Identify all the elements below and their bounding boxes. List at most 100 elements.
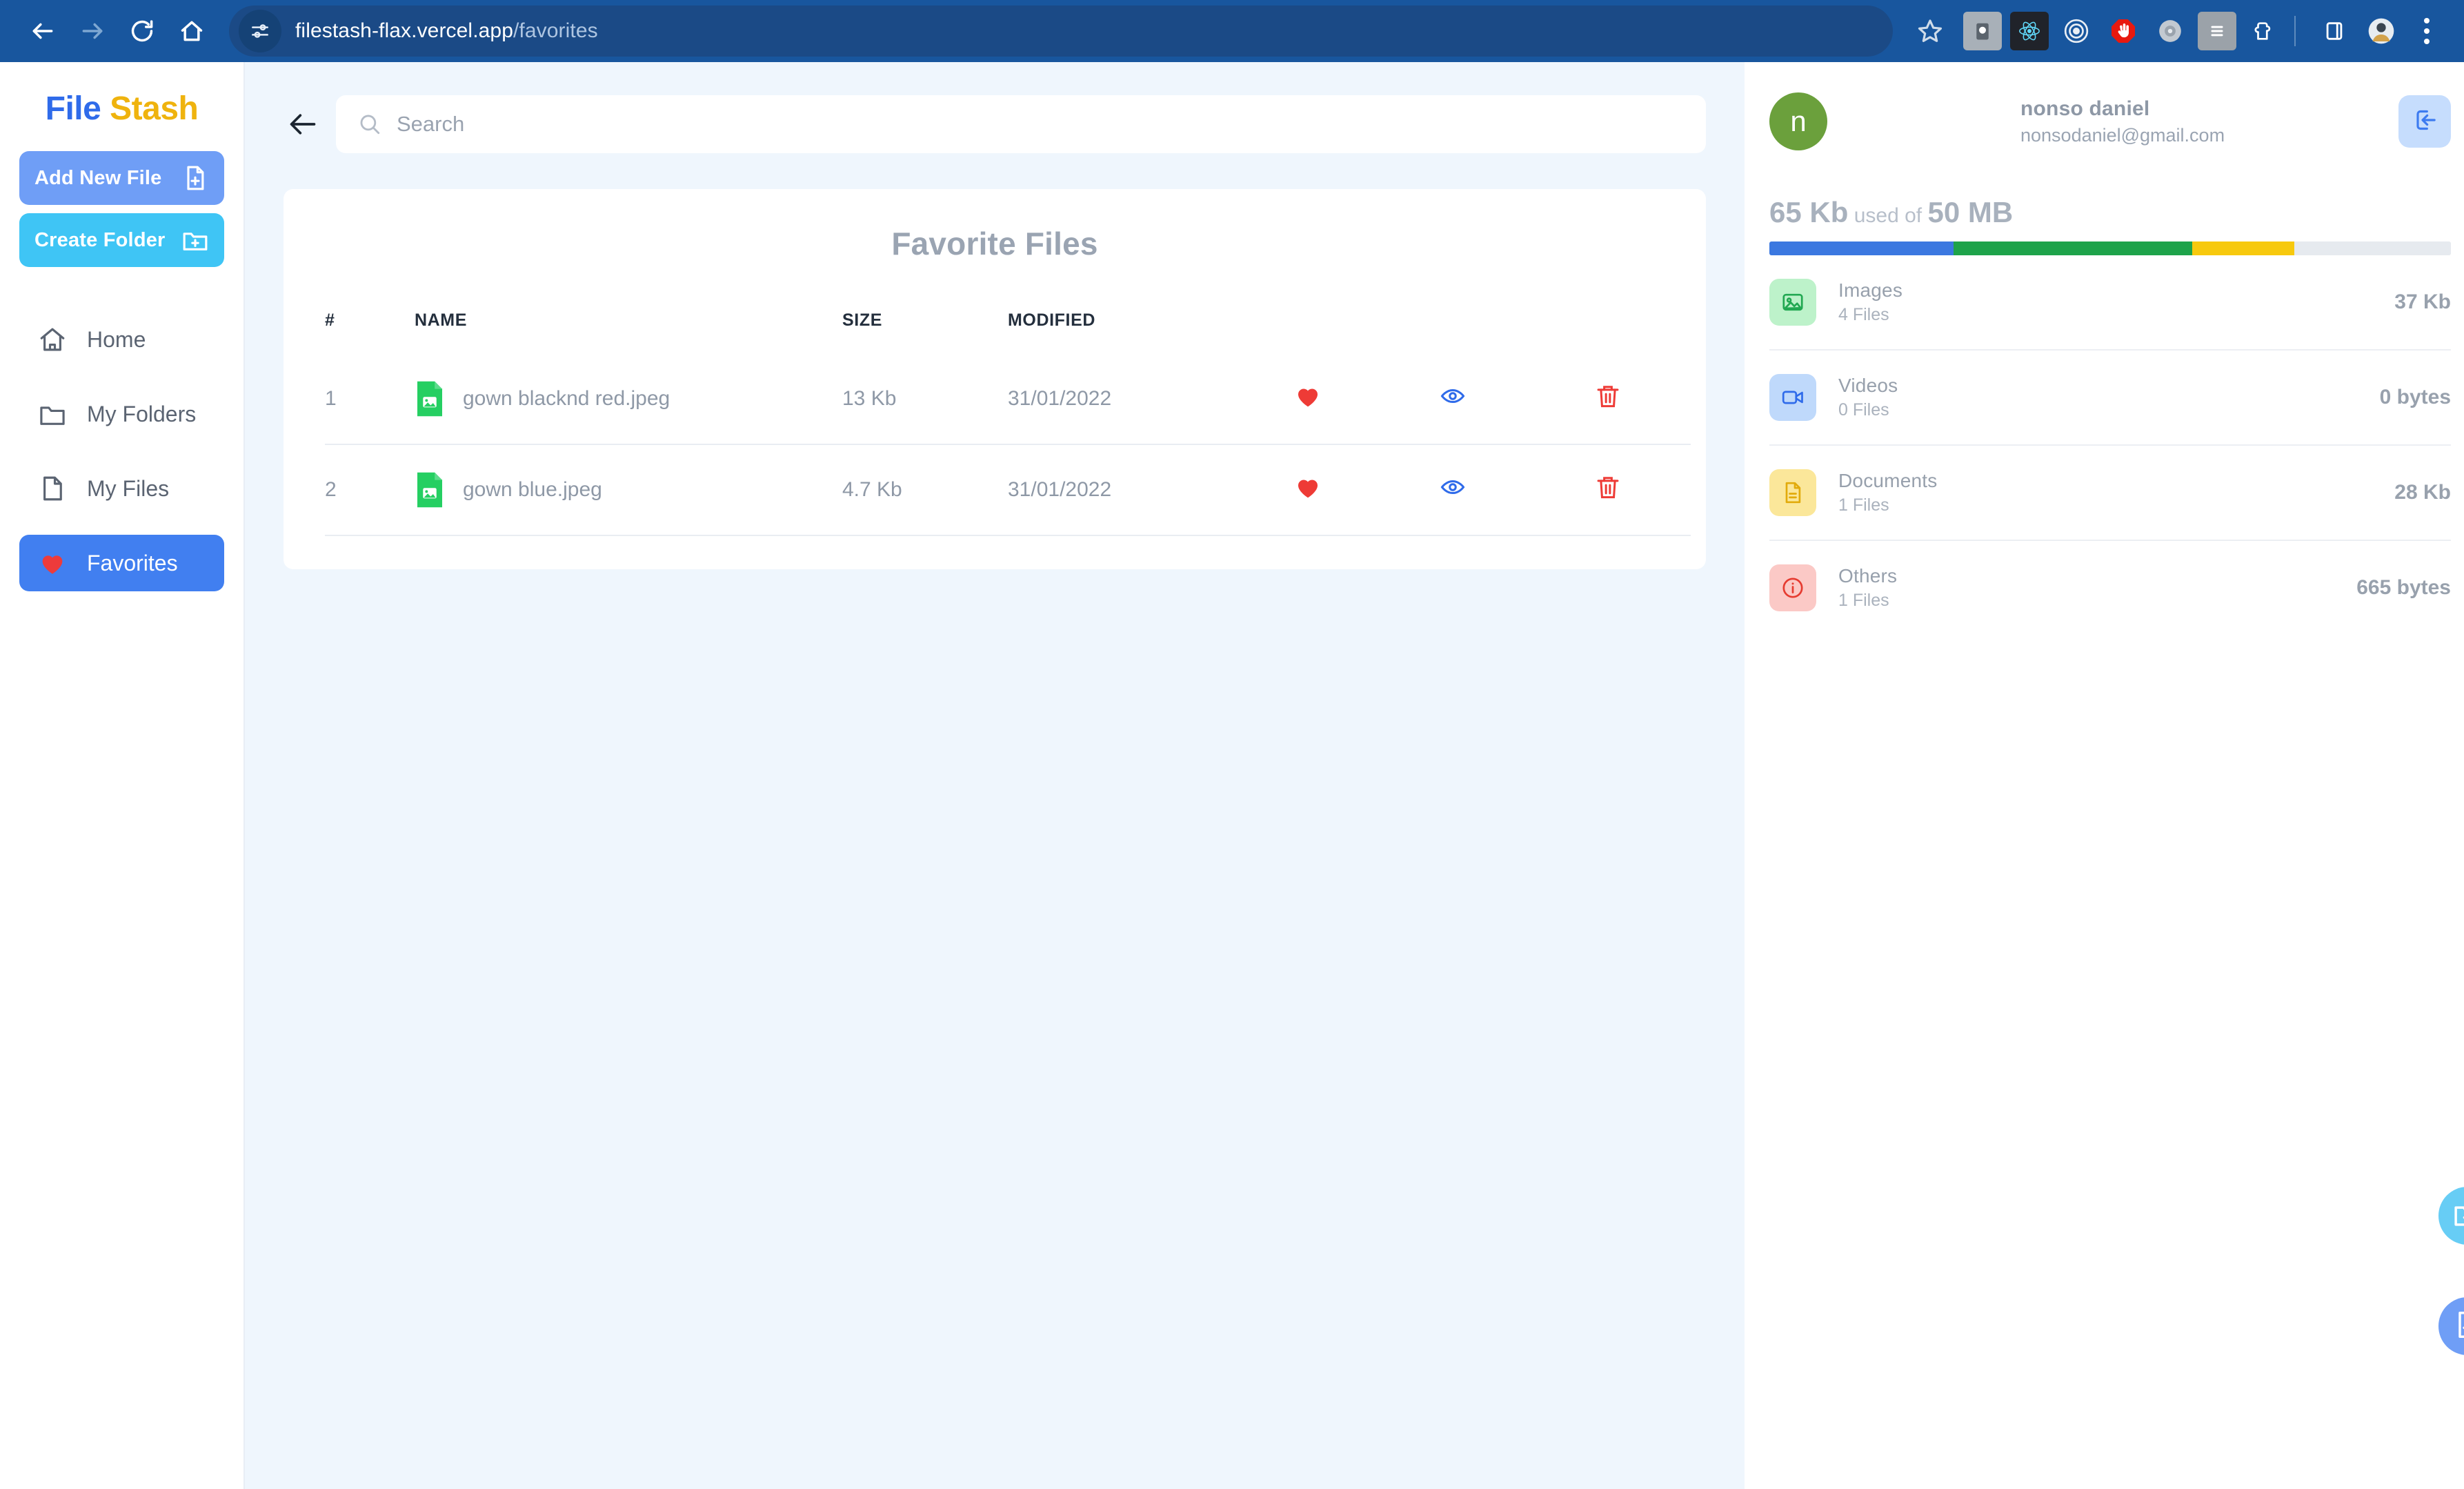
video-camera-icon — [1769, 374, 1816, 421]
bookmark-star-icon[interactable] — [1905, 6, 1955, 56]
info-circle-icon — [1769, 564, 1816, 611]
extension-icon-notes[interactable] — [2198, 12, 2236, 50]
row-favorite-cell[interactable] — [1235, 354, 1380, 444]
row-view-cell[interactable] — [1380, 444, 1525, 535]
category-name: Images — [1838, 279, 2394, 302]
page-title: Favorite Files — [325, 225, 1665, 262]
storage-category-images[interactable]: Images 4 Files 37 Kb — [1769, 255, 2451, 351]
category-size: 0 bytes — [2380, 386, 2451, 409]
sidebar-item-home[interactable]: Home — [19, 311, 224, 368]
table-row[interactable]: 2 gown blue.jpeg 4.7 Kb 31/01/2022 — [325, 444, 1691, 535]
app-logo: File Stash — [19, 62, 224, 151]
row-name-cell[interactable]: gown blacknd red.jpeg — [415, 354, 842, 444]
column-header-delete — [1525, 310, 1691, 354]
address-bar[interactable]: filestash-flax.vercel.app/favorites — [229, 6, 1893, 57]
add-new-file-button[interactable]: Add New File — [19, 151, 224, 205]
logout-icon — [2411, 106, 2438, 137]
create-folder-label: Create Folder — [34, 229, 166, 252]
storage-category-documents[interactable]: Documents 1 Files 28 Kb — [1769, 446, 2451, 541]
brand-second-word: Stash — [110, 90, 198, 127]
url-text: filestash-flax.vercel.app/favorites — [295, 19, 598, 43]
category-size: 28 Kb — [2394, 481, 2451, 504]
back-arrow-icon[interactable] — [284, 105, 322, 144]
browser-toolbar: filestash-flax.vercel.app/favorites — [0, 0, 2464, 62]
right-panel: n nonso daniel nonsodaniel@gmail.com 65 … — [1745, 62, 2464, 1489]
profile-row: n nonso daniel nonsodaniel@gmail.com — [1769, 92, 2451, 150]
storage-progress-bar — [1769, 241, 2451, 255]
storage-usage-text: 65 Kb used of 50 MB — [1769, 196, 2451, 229]
trash-icon[interactable] — [1595, 474, 1621, 500]
create-folder-button[interactable]: Create Folder — [19, 213, 224, 267]
table-row[interactable]: 1 gown blacknd red.jpeg 13 Kb 31/01/2022 — [325, 354, 1691, 444]
url-path: /favorites — [513, 19, 598, 42]
row-modified: 31/01/2022 — [1008, 354, 1235, 444]
category-file-count: 1 Files — [1838, 591, 2356, 611]
files-table: # NAME SIZE MODIFIED 1 — [325, 310, 1691, 536]
trash-icon[interactable] — [1595, 383, 1621, 409]
sidebar-item-my-files-label: My Files — [87, 476, 169, 502]
progress-segment-free — [2294, 241, 2451, 255]
column-header-favorite — [1235, 310, 1380, 354]
storage-category-videos[interactable]: Videos 0 Files 0 bytes — [1769, 351, 2451, 446]
file-name-label: gown blacknd red.jpeg — [463, 387, 670, 411]
row-delete-cell[interactable] — [1525, 354, 1691, 444]
home-icon — [33, 325, 72, 354]
extension-icon-adblock[interactable] — [2104, 12, 2143, 50]
row-view-cell[interactable] — [1380, 354, 1525, 444]
logout-button[interactable] — [2398, 95, 2451, 148]
profile-avatar-icon[interactable] — [2362, 12, 2401, 50]
avatar[interactable]: n — [1769, 92, 1827, 150]
app-root: File Stash Add New File Create Folder Ho… — [0, 62, 2464, 1489]
storage-category-list: Images 4 Files 37 Kb Videos 0 Files 0 by… — [1769, 255, 2451, 635]
heart-filled-icon[interactable] — [1294, 382, 1322, 410]
search-bar[interactable] — [336, 95, 1706, 153]
url-host: filestash-flax.vercel.app — [295, 19, 513, 42]
three-dot-menu-icon[interactable] — [2407, 6, 2446, 56]
browser-reload-button[interactable] — [117, 6, 167, 56]
row-delete-cell[interactable] — [1525, 444, 1691, 535]
eye-icon[interactable] — [1440, 474, 1466, 500]
toolbar-divider — [2294, 16, 2296, 46]
row-name-cell[interactable]: gown blue.jpeg — [415, 444, 842, 535]
category-size: 665 bytes — [2356, 576, 2451, 600]
extension-icon-target[interactable] — [2057, 12, 2096, 50]
extension-icon-react-devtools[interactable] — [2010, 12, 2049, 50]
category-file-count: 1 Files — [1838, 495, 2394, 515]
browser-forward-button[interactable] — [68, 6, 117, 56]
user-name: nonso daniel — [2020, 97, 2398, 121]
file-plus-icon — [2452, 1310, 2464, 1343]
extension-icon-clipboard[interactable] — [1963, 12, 2002, 50]
progress-segment-images — [1769, 241, 1954, 255]
sidebar-item-my-folders[interactable]: My Folders — [19, 386, 224, 442]
column-header-view — [1380, 310, 1525, 354]
eye-icon[interactable] — [1440, 383, 1466, 409]
storage-category-others[interactable]: Others 1 Files 665 bytes — [1769, 541, 2451, 635]
column-header-modified: MODIFIED — [1008, 310, 1235, 354]
main-content: Favorite Files # NAME SIZE MODIFIED — [245, 62, 1745, 1489]
folder-icon — [33, 400, 72, 428]
heart-filled-icon[interactable] — [1294, 473, 1322, 501]
site-settings-icon[interactable] — [239, 10, 281, 52]
sidebar-item-my-files[interactable]: My Files — [19, 460, 224, 517]
category-name: Documents — [1838, 470, 2394, 492]
sidebar-item-favorites[interactable]: Favorites — [19, 535, 224, 591]
row-size: 4.7 Kb — [842, 444, 1008, 535]
row-index: 2 — [325, 444, 415, 535]
search-input[interactable] — [397, 112, 1684, 137]
category-size: 37 Kb — [2394, 290, 2451, 314]
search-icon — [358, 112, 381, 136]
sidebar-nav: Home My Folders My Files Favorites — [19, 311, 224, 591]
image-icon — [1769, 279, 1816, 326]
sidebar-item-favorites-label: Favorites — [87, 551, 178, 576]
side-panel-icon[interactable] — [2315, 12, 2354, 50]
document-icon — [1769, 469, 1816, 516]
extension-icon-grey-circle[interactable] — [2151, 12, 2189, 50]
folder-plus-icon — [2452, 1199, 2464, 1233]
heart-icon — [33, 549, 72, 578]
top-bar — [284, 95, 1706, 153]
row-favorite-cell[interactable] — [1235, 444, 1380, 535]
browser-home-button[interactable] — [167, 6, 217, 56]
extension-icon-puzzle[interactable] — [2245, 12, 2283, 50]
category-file-count: 4 Files — [1838, 305, 2394, 325]
browser-back-button[interactable] — [18, 6, 68, 56]
